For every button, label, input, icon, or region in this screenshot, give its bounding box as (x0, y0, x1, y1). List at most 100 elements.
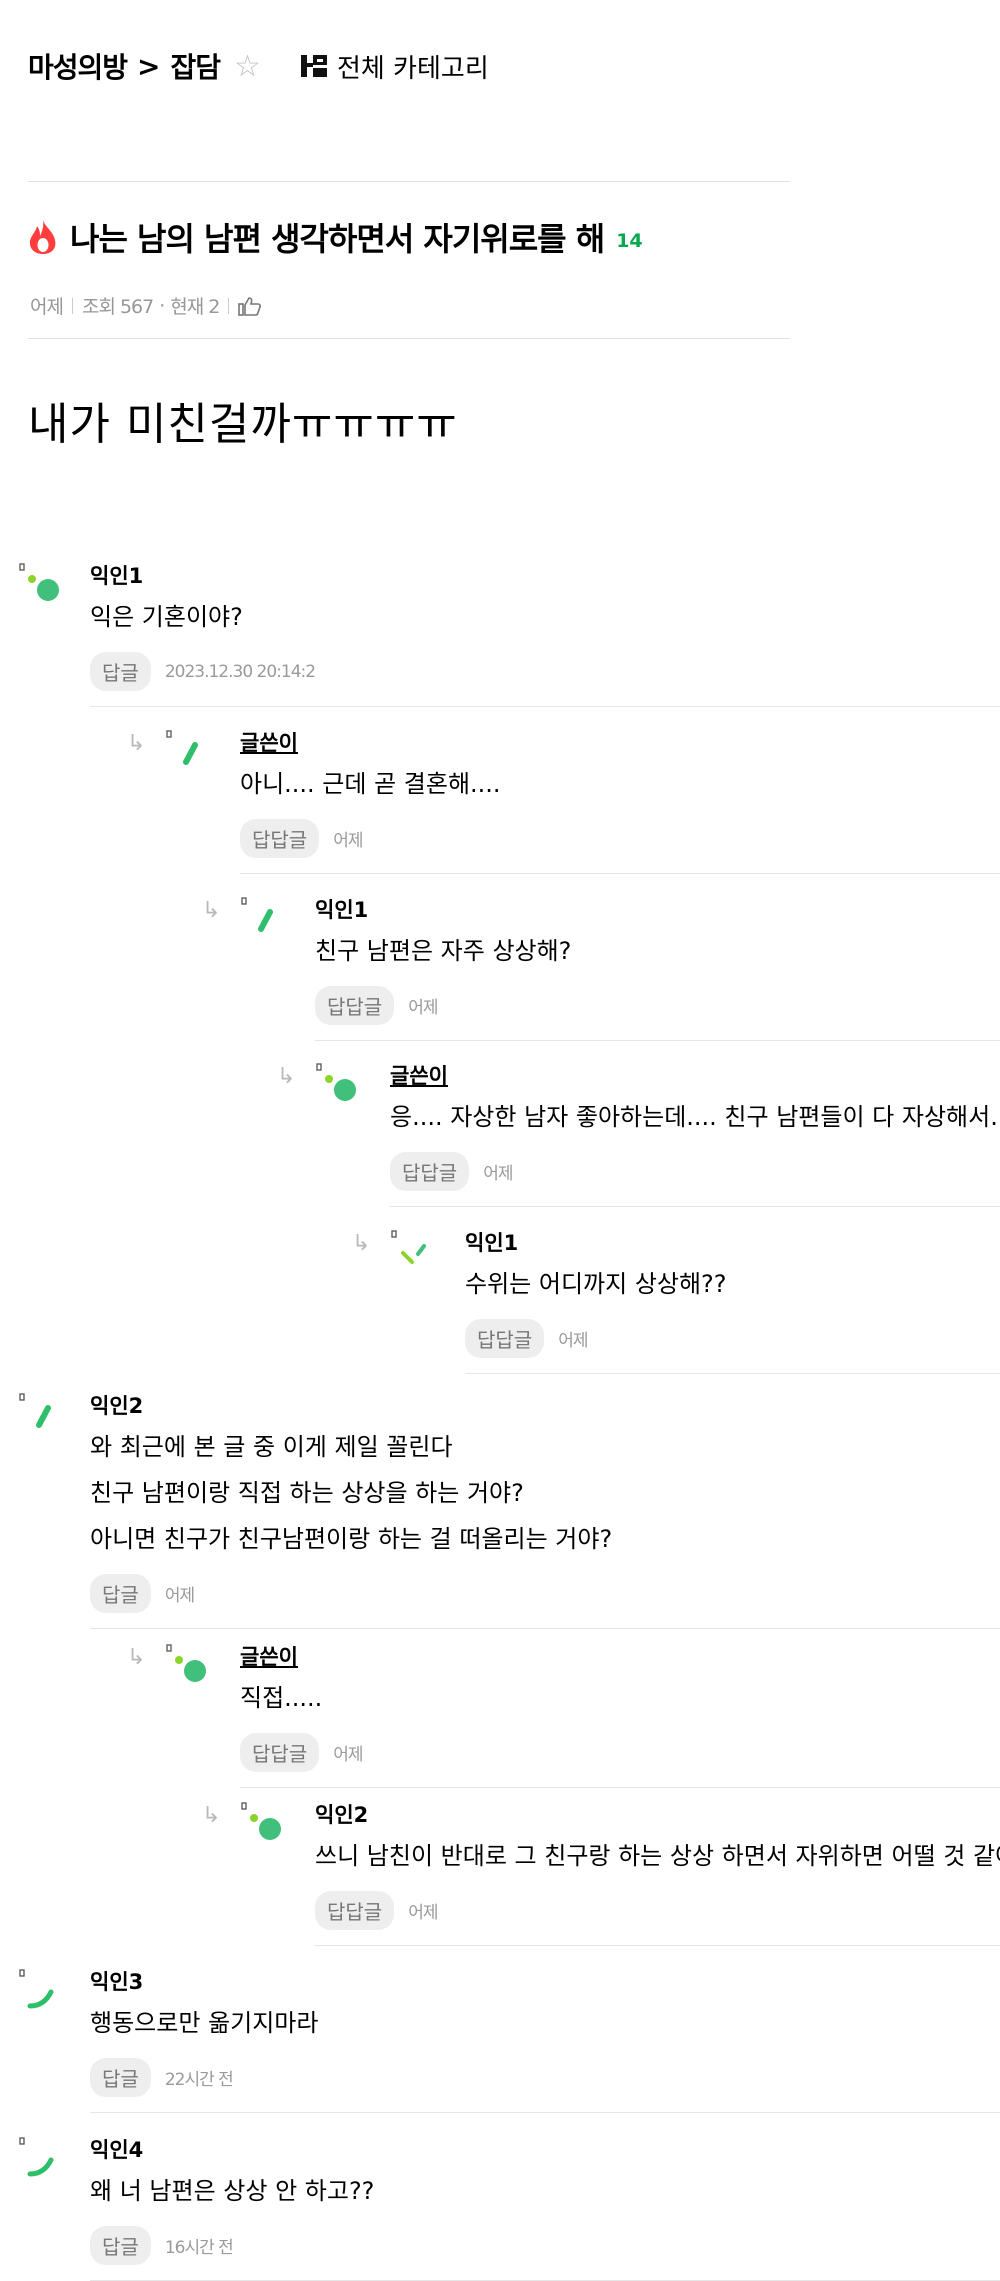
reply-button[interactable]: 답답글 (315, 1891, 395, 1930)
comment-tools: 답글 2023.12.30 20:14:2 (90, 652, 316, 691)
comment-divider (90, 2112, 1000, 2113)
comment-item: ↳ 익인1 친구 남편은 자주 상상해? 답답글 어제 (0, 890, 1000, 1041)
avatar (315, 1062, 363, 1110)
comment-date: 22시간 전 (164, 2070, 234, 2090)
comment-tools: 답글 22시간 전 (90, 2058, 234, 2097)
comment-date: 어제 (333, 831, 363, 851)
thumbs-up-icon[interactable] (238, 296, 262, 316)
comment-item: ↳ 익인1 수위는 어디까지 상상해?? 답답글 어제 (0, 1223, 1000, 1374)
comment-count[interactable]: 14 (616, 230, 642, 252)
post-title: 나는 남의 남편 생각하면서 자기위로를 해 (70, 220, 605, 258)
comment-text: 와 최근에 본 글 중 이게 제일 꼴린다 (90, 1433, 453, 1461)
comment-text: 아니.... 근데 곧 결혼해.... (240, 770, 501, 798)
comment-tools: 답글 어제 (90, 1574, 195, 1613)
comment-item: 익인1 익은 기혼이야? 답글 2023.12.30 20:14:2 (0, 556, 1000, 707)
comment-nickname[interactable]: 익인4 (90, 2134, 143, 2164)
category-grid-icon (300, 55, 327, 77)
comment-item: 익인2 와 최근에 본 글 중 이게 제일 꼴린다친구 남편이랑 직접 하는 상상… (0, 1386, 1000, 1629)
comment-date: 16시간 전 (164, 2238, 234, 2258)
all-categories-label: 전체 카테고리 (336, 53, 489, 84)
comment-item: ↳ 글쓴이직접..... 답답글 어제 (0, 1637, 1000, 1788)
avatar (390, 1229, 438, 1277)
comment-nickname[interactable]: 글쓴이 (240, 727, 298, 757)
reply-arrow-icon: ↳ (127, 731, 146, 756)
all-categories-button[interactable]: 전체 카테고리 (299, 48, 489, 85)
comment-divider (90, 1628, 1000, 1629)
comment-item: ↳ 익인2 쓰니 남친이 반대로 그 친구랑 하는 상상 하면서 자위하면 어떨 것… (0, 1795, 1000, 1946)
comment-tools: 답답글 어제 (240, 1733, 363, 1772)
reply-button[interactable]: 답글 (90, 2058, 151, 2097)
comment-nickname[interactable]: 익인2 (90, 1390, 143, 1420)
comment-tools: 답글 16시간 전 (90, 2226, 234, 2265)
comment-date: 어제 (483, 1164, 513, 1184)
reply-button[interactable]: 답글 (90, 652, 151, 691)
avatar (18, 1392, 66, 1440)
post-current: 현재 2 (170, 296, 220, 318)
reply-button[interactable]: 답글 (90, 1574, 151, 1613)
reply-button[interactable]: 답답글 (390, 1152, 470, 1191)
reply-button[interactable]: 답답글 (240, 819, 320, 858)
comment-nickname[interactable]: 글쓴이 (390, 1060, 448, 1090)
reply-arrow-icon: ↳ (202, 898, 221, 923)
avatar (18, 562, 66, 610)
comment-divider (390, 1206, 1000, 1207)
comment-text: 쓰니 남친이 반대로 그 친구랑 하는 상상 하면서 자위하면 어떨 것 같아? (315, 1842, 1000, 1870)
divider (28, 181, 790, 182)
divider (28, 338, 790, 339)
comment-item: ↳ 글쓴이아니.... 근데 곧 결혼해.... 답답글 어제 (0, 723, 1000, 874)
comment-text: 친구 남편이랑 직접 하는 상상을 하는 거야? (90, 1479, 524, 1507)
board-link[interactable]: 마성의방 (28, 46, 128, 86)
comment-date: 어제 (558, 1331, 588, 1351)
meta-separator (228, 297, 230, 314)
comment-text: 왜 너 남편은 상상 안 하고?? (90, 2177, 375, 2205)
comment-divider (465, 1373, 1000, 1374)
comment-divider (315, 1945, 1000, 1946)
comment-nickname[interactable]: 글쓴이 (240, 1641, 298, 1671)
comment-tools: 답답글 어제 (465, 1319, 588, 1358)
comment-text: 수위는 어디까지 상상해?? (465, 1270, 727, 1298)
breadcrumb: 마성의방 > 잡담 ☆ 전체 카테고리 (28, 46, 489, 86)
comment-tools: 답답글 어제 (315, 986, 438, 1025)
category-link[interactable]: 잡담 (171, 46, 222, 86)
reply-button[interactable]: 답글 (90, 2226, 151, 2265)
avatar (18, 1968, 66, 2016)
comment-nickname[interactable]: 익인1 (90, 560, 143, 590)
comment-date: 어제 (333, 1745, 363, 1765)
comment-nickname[interactable]: 익인2 (315, 1799, 368, 1829)
comment-nickname[interactable]: 익인3 (90, 1966, 143, 1996)
comment-divider (90, 706, 1000, 707)
comment-nickname[interactable]: 익인1 (315, 894, 368, 924)
reply-button[interactable]: 답답글 (315, 986, 395, 1025)
post-views: 조회 567 (81, 296, 154, 318)
star-outline-icon[interactable]: ☆ (234, 49, 261, 84)
post-date: 어제 (30, 296, 64, 318)
reply-arrow-icon: ↳ (127, 1645, 146, 1670)
meta-dot: · (159, 294, 165, 317)
fire-icon (29, 220, 56, 254)
avatar (165, 729, 213, 777)
breadcrumb-separator: > (137, 49, 161, 83)
comment-divider (315, 1040, 1000, 1041)
avatar (18, 2136, 66, 2184)
comment-text: 직접..... (240, 1684, 323, 1712)
reply-button[interactable]: 답답글 (240, 1733, 320, 1772)
reply-arrow-icon: ↳ (202, 1803, 221, 1828)
comment-date: 어제 (408, 998, 438, 1018)
avatar (165, 1643, 213, 1691)
comment-text: 익은 기혼이야? (90, 603, 243, 631)
reply-arrow-icon: ↳ (277, 1064, 296, 1089)
reply-arrow-icon: ↳ (352, 1231, 371, 1256)
post-meta: 어제 조회 567 · 현재 2 (30, 292, 262, 319)
comment-date: 어제 (408, 1903, 438, 1923)
meta-separator (71, 297, 73, 314)
reply-button[interactable]: 답답글 (465, 1319, 545, 1358)
comment-divider (240, 1787, 1000, 1788)
comment-tools: 답답글 어제 (240, 819, 363, 858)
comment-item: 익인3 행동으로만 옮기지마라 답글 22시간 전 (0, 1962, 1000, 2113)
comment-nickname[interactable]: 익인1 (465, 1227, 518, 1257)
comment-divider (240, 873, 1000, 874)
comment-text: 응.... 자상한 남자 좋아하는데.... 친구 남편들이 다 자상해서...… (390, 1103, 1000, 1131)
comment-tools: 답답글 어제 (390, 1152, 513, 1191)
avatar (240, 1801, 288, 1849)
avatar (240, 896, 288, 944)
